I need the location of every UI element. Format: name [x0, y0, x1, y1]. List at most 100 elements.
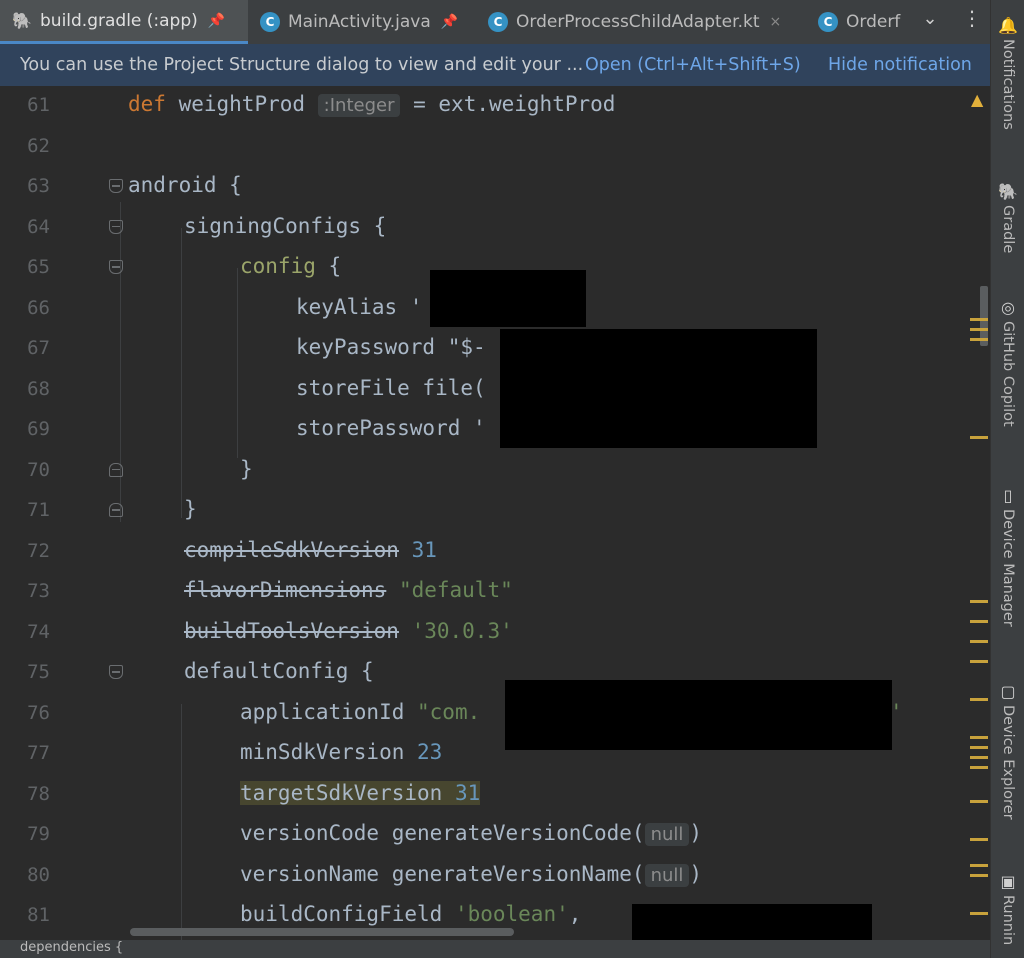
warning-mark[interactable] [970, 436, 988, 439]
code-line-70: 70 } [0, 451, 990, 492]
tab-label: Orderf [846, 12, 901, 32]
code-text: ) [689, 861, 703, 886]
java-class-icon: C [260, 12, 280, 32]
warning-mark[interactable] [970, 874, 988, 877]
tool-notifications[interactable]: 🔔 Notifications [991, 16, 1024, 130]
pin-icon[interactable]: 📌 [441, 14, 458, 30]
code-text: minSdkVersion [240, 740, 418, 764]
fold-icon[interactable] [109, 665, 123, 679]
redacted-block [505, 680, 892, 750]
line-number: 68 [27, 377, 50, 400]
deprecated-property: buildToolsVersion [184, 618, 399, 643]
copilot-icon: ◎ [1001, 298, 1015, 317]
code-text: , [568, 902, 582, 926]
code-line-63: 63 android { [0, 167, 990, 208]
tab-label: OrderProcessChildAdapter.kt [516, 12, 760, 32]
parameter-hint: null [644, 823, 690, 846]
warning-mark[interactable] [970, 698, 988, 701]
number-literal: 31 [454, 780, 481, 805]
tool-label: Device Manager [1000, 509, 1016, 627]
line-number: 78 [27, 782, 50, 805]
number-literal: 23 [417, 740, 443, 764]
code-text: weightProd [165, 92, 318, 116]
tab-mainactivity[interactable]: C MainActivity.java 📌 [248, 0, 476, 44]
fold-end-icon[interactable] [109, 462, 123, 477]
code-text: storePassword ' [296, 416, 486, 440]
device-explorer-icon: ▢ [1000, 682, 1016, 701]
pin-icon[interactable]: 📌 [208, 13, 225, 29]
fold-icon[interactable] [109, 179, 123, 193]
code-text: storeFile file( [296, 375, 486, 400]
tool-device-explorer[interactable]: ▢ Device Explorer [991, 682, 1024, 820]
line-number: 79 [27, 823, 50, 845]
tool-device-manager[interactable]: ▯ Device Manager [991, 486, 1024, 627]
horizontal-scrollbar[interactable] [130, 928, 514, 936]
type-hint: :Integer [317, 94, 401, 117]
warning-mark[interactable] [970, 912, 988, 915]
code-line-64: 64 signingConfigs { [0, 208, 990, 249]
line-number: 74 [27, 620, 50, 643]
line-number: 62 [27, 134, 50, 157]
open-project-structure-link[interactable]: Open (Ctrl+Alt+Shift+S) [585, 55, 801, 75]
deprecated-property: compileSdkVersion [184, 537, 399, 562]
code-text: keyAlias ' [296, 294, 423, 319]
warning-mark[interactable] [970, 660, 988, 663]
warning-mark[interactable] [970, 746, 988, 749]
fold-icon[interactable] [109, 260, 123, 274]
code-text: versionName generateVersionName( [240, 861, 645, 886]
tool-label: Gradle [1000, 205, 1016, 254]
line-number: 71 [27, 499, 50, 521]
warning-mark[interactable] [970, 620, 988, 623]
keyword: def [128, 92, 166, 116]
tool-github-copilot[interactable]: ◎ GitHub Copilot [991, 298, 1024, 427]
more-options-icon[interactable]: ⋮ [958, 6, 986, 36]
tab-label: build.gradle (:app) [40, 10, 198, 31]
warning-mark[interactable] [970, 338, 988, 341]
warning-mark[interactable] [970, 640, 988, 643]
warning-mark[interactable] [970, 736, 988, 739]
warning-mark[interactable] [970, 318, 988, 321]
warning-mark[interactable] [970, 766, 988, 769]
code-editor[interactable]: 61 def weightProd :Integer = ext.weightP… [0, 86, 990, 940]
code-text: = ext.weightProd [400, 92, 616, 116]
warning-mark[interactable] [970, 328, 988, 331]
line-number: 69 [27, 418, 50, 440]
fold-icon[interactable] [109, 219, 123, 234]
running-devices-icon: ▣ [1000, 872, 1016, 891]
warning-mark[interactable] [970, 838, 988, 841]
chevron-down-icon[interactable]: ⌄ [915, 8, 945, 36]
warning-mark[interactable] [970, 864, 988, 867]
hide-notification-link[interactable]: Hide notification [828, 55, 972, 75]
warning-mark[interactable] [970, 800, 988, 803]
warning-mark[interactable] [970, 600, 988, 603]
code-line-61: 61 def weightProd :Integer = ext.weightP… [0, 86, 990, 127]
line-number: 67 [27, 337, 50, 359]
redacted-block [632, 904, 872, 940]
tool-gradle[interactable]: 🐘 Gradle [991, 182, 1024, 253]
tab-orderf[interactable]: C Orderf [806, 0, 912, 44]
fold-end-icon[interactable] [109, 503, 123, 517]
tool-running-devices[interactable]: ▣ Runnin [991, 872, 1024, 945]
line-number: 65 [27, 256, 50, 278]
right-tool-strip: 🔔 Notifications 🐘 Gradle ◎ GitHub Copilo… [990, 0, 1024, 958]
gradle-icon: 🐘 [12, 11, 32, 30]
close-icon[interactable]: × [769, 14, 781, 30]
line-number: 76 [27, 701, 50, 724]
redacted-block [430, 270, 586, 327]
deprecated-property: flavorDimensions [184, 578, 387, 602]
code-line-74: 74 buildToolsVersion '30.0.3' [0, 613, 990, 654]
breadcrumb[interactable]: dependencies { [20, 940, 123, 955]
code-line-71: 71 } [0, 491, 990, 532]
code-text: { [315, 254, 342, 278]
scrollbar-thumb[interactable] [980, 286, 988, 346]
line-number: 72 [27, 539, 50, 562]
redacted-block [500, 329, 817, 448]
error-stripe[interactable] [966, 86, 990, 940]
tab-orderprocesschildadapter[interactable]: C OrderProcessChildAdapter.kt × [476, 0, 806, 44]
tab-build-gradle[interactable]: 🐘 build.gradle (:app) 📌 [0, 0, 248, 44]
line-number: 77 [27, 742, 50, 764]
warning-mark[interactable] [970, 756, 988, 759]
kotlin-class-icon: C [818, 12, 838, 32]
